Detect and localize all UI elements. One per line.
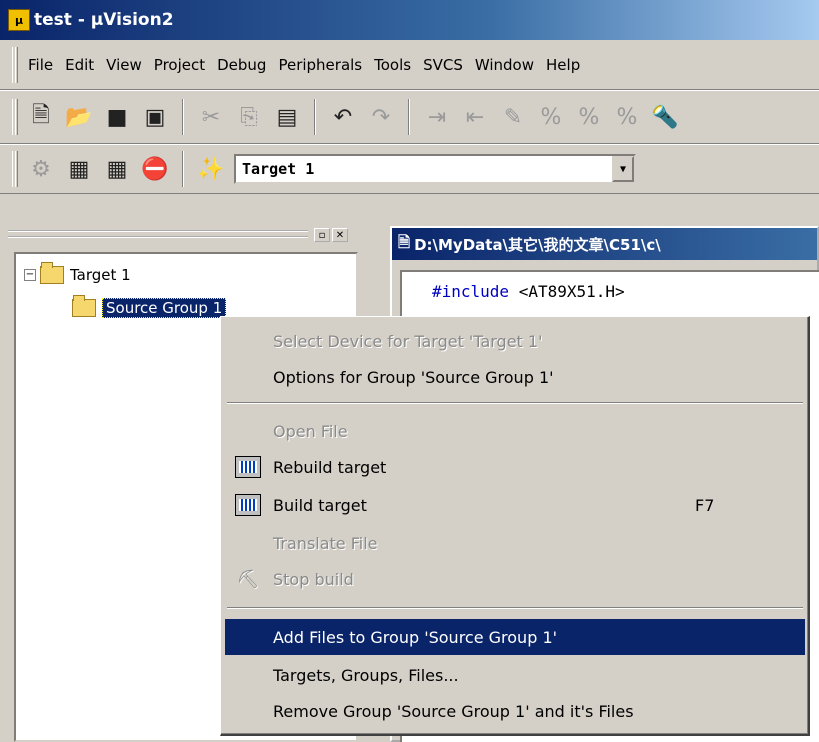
document-icon: 🗎 [398,232,411,251]
menu-item-label: Select Device for Target 'Target 1' [273,331,543,351]
tree-node-source-group[interactable]: Source Group 1 [72,295,227,318]
uv-app-icon: µ [8,9,30,31]
menu-edit[interactable]: Edit [59,56,100,74]
menu-view[interactable]: View [100,56,148,74]
rebuild-icon[interactable]: ▦ [100,153,134,185]
menu-tools[interactable]: Tools [368,56,417,74]
toolbar-separator [314,99,316,135]
menu-rebuild-target[interactable]: Rebuild target [225,449,805,485]
tree-label-source-group: Source Group 1 [102,298,227,318]
menu-remove-group[interactable]: Remove Group 'Source Group 1' and it's F… [225,693,805,729]
save-all-icon[interactable]: ▣ [138,101,172,133]
title-bar: µ test - µVision2 [0,0,819,40]
build-toolbar: ⚙ ▦ ▦ ⛔ ✨ Target 1 ▼ [0,144,819,194]
maximize-icon[interactable]: ▫ [314,228,330,242]
menu-peripherals[interactable]: Peripherals [272,56,368,74]
toolbar-separator [182,151,184,187]
code-text: <AT89X51.H> [509,282,625,301]
menu-item-label: Stop build [273,569,354,589]
menu-translate-file[interactable]: Translate File [225,525,805,561]
chevron-down-icon[interactable]: ▼ [612,156,634,182]
pane-titlebar[interactable]: ▫ ✕ [8,226,364,244]
close-icon[interactable]: ✕ [332,228,348,242]
menu-bar: File Edit View Project Debug Peripherals… [0,40,819,90]
menu-item-label: Add Files to Group 'Source Group 1' [273,627,558,647]
menu-item-label: Build target [273,495,367,515]
menu-stop-build[interactable]: ⛏ Stop build [225,561,805,597]
toolbar-grip[interactable] [12,151,18,187]
outdent-icon[interactable]: ⇤ [458,101,492,133]
menu-open-file[interactable]: Open File [225,413,805,449]
menu-project[interactable]: Project [148,56,211,74]
menu-item-label: Open File [273,421,348,441]
indent-icon[interactable]: ⇥ [420,101,454,133]
undo-icon[interactable]: ↶ [326,101,360,133]
toolbar-grip[interactable] [12,99,18,135]
copy-icon[interactable]: ⎘ [232,101,266,133]
menu-build-target[interactable]: Build target F7 [225,487,805,523]
menu-item-label: Translate File [273,533,378,553]
menu-help[interactable]: Help [540,56,586,74]
new-file-icon[interactable]: 🗎 [24,101,58,133]
save-icon[interactable]: ■ [100,101,134,133]
build-icon[interactable]: ▦ [62,153,96,185]
stop-build-icon: ⛏ [236,568,260,590]
menu-item-label: Targets, Groups, Files... [273,665,459,685]
code-keyword: #include [432,282,510,301]
tree-label-target: Target 1 [70,266,131,284]
target-options-icon[interactable]: ✨ [194,153,228,185]
toolbar-separator [408,99,410,135]
tree-node-target[interactable]: − Target 1 [24,262,131,284]
bookmark-next-icon[interactable]: % [534,101,568,133]
paste-icon[interactable]: ▤ [270,101,304,133]
menu-separator [227,607,803,609]
stop-build-icon[interactable]: ⛔ [138,153,172,185]
menu-window[interactable]: Window [469,56,540,74]
redo-icon[interactable]: ↷ [364,101,398,133]
bookmark-prev-icon[interactable]: % [572,101,606,133]
find-icon[interactable]: 🔦 [648,101,682,133]
menu-targets-groups-files[interactable]: Targets, Groups, Files... [225,657,805,693]
rebuild-icon [233,453,263,481]
target-select-value: Target 1 [242,160,315,178]
window-title: test - µVision2 [34,10,174,30]
menu-svcs[interactable]: SVCS [417,56,469,74]
menu-options-for-group[interactable]: Options for Group 'Source Group 1' [225,359,805,395]
pane-grip [8,230,308,238]
toolbar-separator [182,99,184,135]
bookmark-clear-icon[interactable]: % [610,101,644,133]
build-icon [233,491,263,519]
editor-title: D:\MyData\其它\我的文章\C51\c\ [414,235,661,254]
menu-item-label: Remove Group 'Source Group 1' and it's F… [273,701,634,721]
editor-titlebar[interactable]: 🗎 D:\MyData\其它\我的文章\C51\c\ [392,228,817,260]
menu-add-files-to-group[interactable]: Add Files to Group 'Source Group 1' [225,619,805,655]
folder-icon [72,295,96,317]
menubar-grip[interactable] [12,46,18,83]
translate-icon[interactable]: ⚙ [24,153,58,185]
menu-debug[interactable]: Debug [211,56,272,74]
menu-select-device[interactable]: Select Device for Target 'Target 1' [225,323,805,359]
context-menu: Select Device for Target 'Target 1' Opti… [220,316,810,736]
target-select[interactable]: Target 1 ▼ [234,154,636,184]
menu-shortcut: F7 [695,495,715,515]
menu-item-label: Options for Group 'Source Group 1' [273,367,554,387]
target-folder-icon [40,262,64,284]
file-toolbar: 🗎 📂 ■ ▣ ✂ ⎘ ▤ ↶ ↷ ⇥ ⇤ ✎ % % % 🔦 [0,90,819,144]
cut-icon[interactable]: ✂ [194,101,228,133]
bookmark-icon[interactable]: ✎ [496,101,530,133]
menu-file[interactable]: File [22,56,59,74]
collapse-icon[interactable]: − [24,269,36,281]
menu-item-label: Rebuild target [273,457,387,477]
menu-separator [227,402,803,404]
code-line: #include <AT89X51.H> [432,282,625,301]
open-folder-icon[interactable]: 📂 [62,101,96,133]
